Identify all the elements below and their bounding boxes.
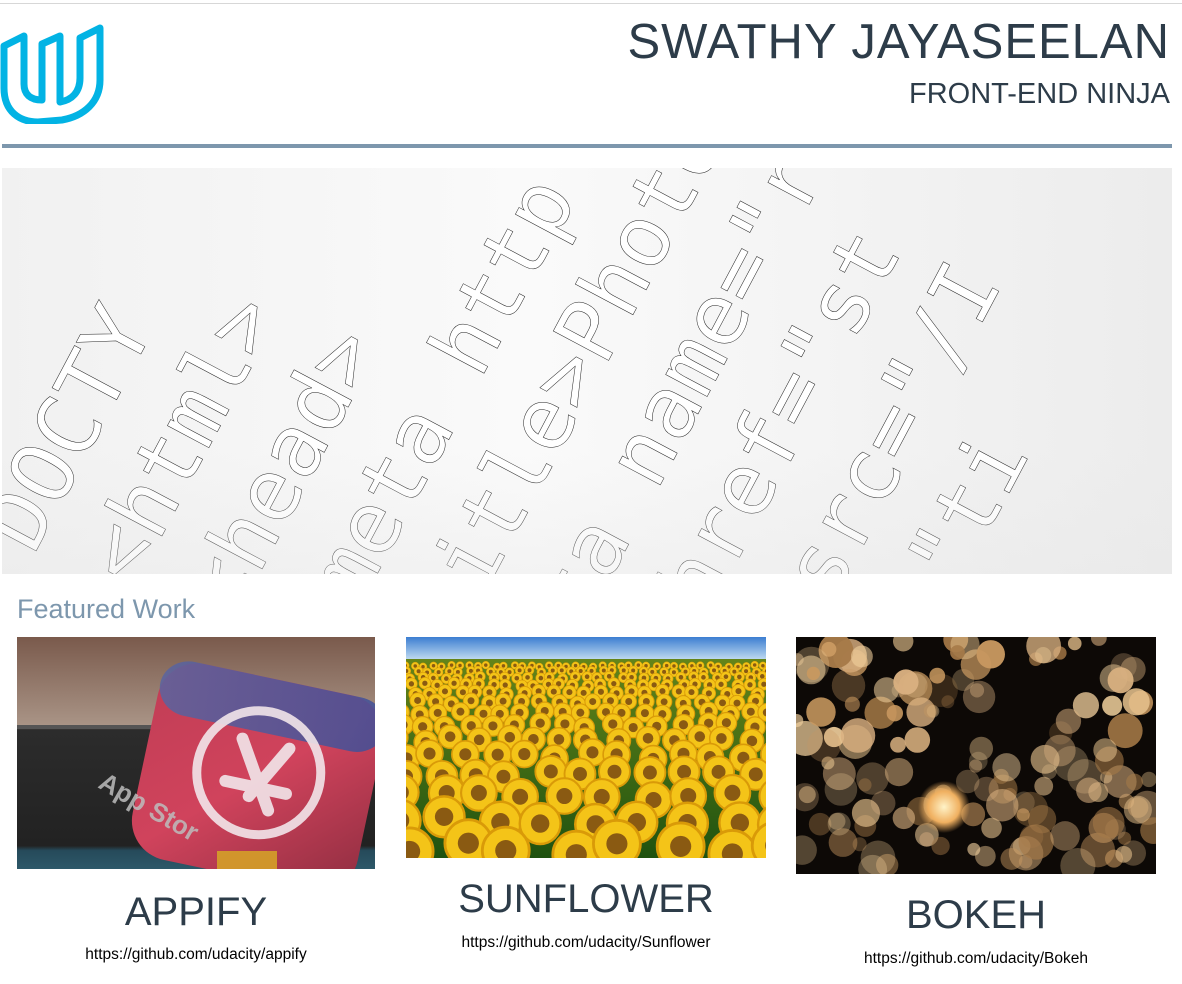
work-title-appify: APPIFY: [124, 890, 268, 934]
work-title-sunflower: SUNFLOWER: [458, 877, 714, 921]
app-store-icon-photo: App Stor: [17, 637, 375, 869]
work-link-appify[interactable]: https://github.com/udacity/appify: [17, 946, 375, 964]
sunflower-field-photo: [406, 637, 766, 858]
work-link-sunflower[interactable]: https://github.com/udacity/Sunflower: [406, 934, 766, 952]
top-border: [0, 3, 1182, 4]
page-subtitle: FRONT-END NINJA: [909, 78, 1170, 110]
featured-work-heading: Featured Work: [17, 594, 196, 624]
work-link-bokeh[interactable]: https://github.com/udacity/Bokeh: [796, 950, 1156, 968]
hero-code-text: DOCTY <html> <head> <meta http <title>Photo m…: [2, 168, 1172, 574]
work-image-appify[interactable]: App Stor: [17, 637, 375, 869]
hero-image: DOCTY <html> <head> <meta http <title>Photo m…: [2, 168, 1172, 574]
work-image-sunflower[interactable]: [406, 637, 766, 858]
bokeh-lights-photo: [796, 637, 1156, 874]
work-image-bokeh[interactable]: [796, 637, 1156, 874]
page-title: SWATHY JAYASEELAN: [627, 15, 1170, 69]
work-title-bokeh: BOKEH: [905, 893, 1047, 937]
header-divider: [2, 144, 1172, 148]
udacity-logo[interactable]: [0, 24, 106, 124]
